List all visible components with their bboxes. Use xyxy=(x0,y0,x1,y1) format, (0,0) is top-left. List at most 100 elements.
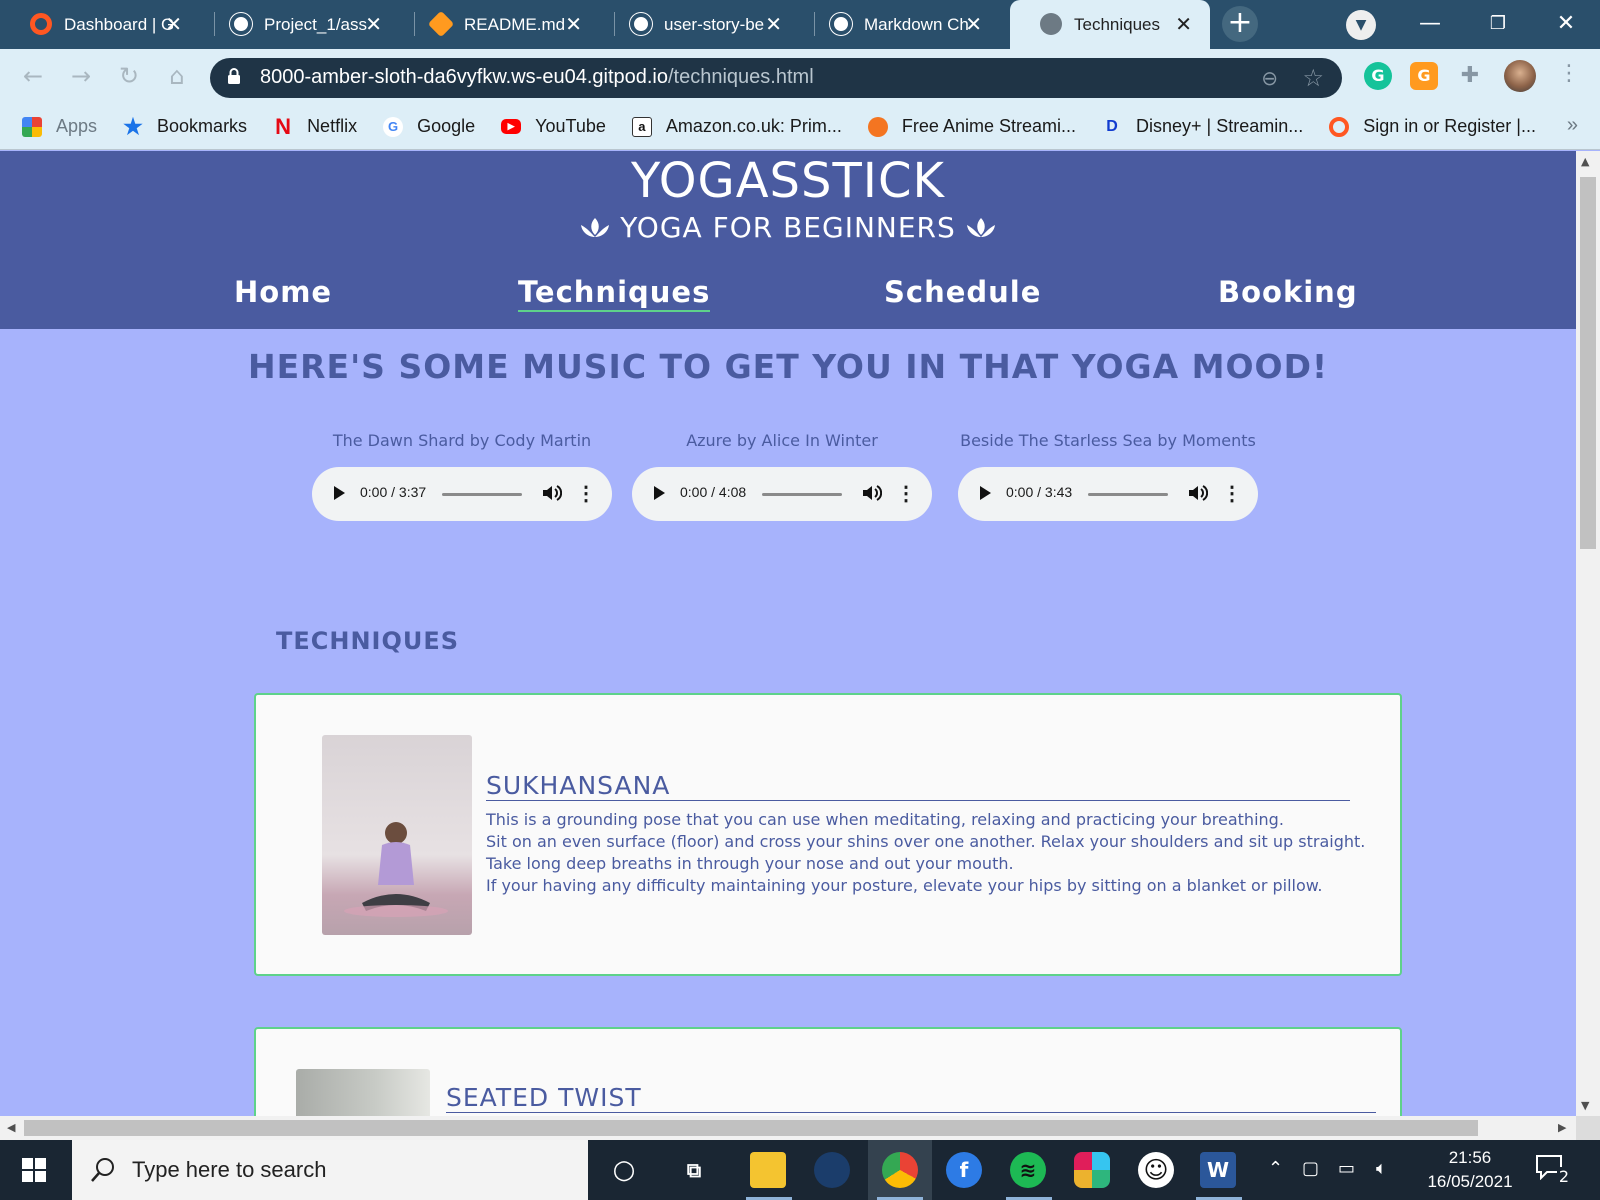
clock-date: 16/05/2021 xyxy=(1427,1172,1513,1191)
tab-search-icon[interactable]: ▼ xyxy=(1346,10,1376,40)
grammarly-icon[interactable]: G xyxy=(1364,62,1392,90)
reload-icon[interactable]: ↻ xyxy=(114,61,144,91)
site-brand[interactable]: YOGASSTICK xyxy=(0,153,1576,209)
bookmark-netflix[interactable]: N Netflix xyxy=(273,114,357,139)
bookmark-gitpod[interactable]: Sign in or Register |... xyxy=(1329,116,1536,137)
bookmark-bookmarks[interactable]: ★ Bookmarks xyxy=(123,114,247,139)
volume-icon[interactable] xyxy=(860,482,882,504)
audio-player[interactable]: 0:00 / 3:43 ⋮ xyxy=(958,467,1258,521)
url-host: 8000-amber-sloth-da6vyfkw.ws-eu04.gitpod… xyxy=(260,66,668,88)
nav-booking[interactable]: Booking xyxy=(1218,275,1358,309)
extensions-puzzle-icon[interactable]: ✚ xyxy=(1456,62,1484,90)
scroll-left-icon[interactable]: ◀ xyxy=(7,1121,15,1134)
taskbar-search[interactable]: Type here to search xyxy=(72,1140,588,1200)
network-icon[interactable]: ▭ xyxy=(1338,1158,1355,1179)
new-tab-button[interactable]: + xyxy=(1222,6,1258,42)
scroll-up-icon[interactable]: ▲ xyxy=(1581,155,1589,168)
lock-icon xyxy=(228,68,240,84)
back-icon[interactable]: ← xyxy=(18,61,48,91)
audio-seek-bar[interactable] xyxy=(1088,493,1168,496)
google-icon: G xyxy=(383,116,404,137)
word-icon[interactable]: W xyxy=(1200,1152,1236,1188)
slack-icon[interactable] xyxy=(1074,1152,1110,1188)
disney-icon: D xyxy=(1106,117,1118,135)
volume-tray-icon[interactable]: 🔈︎ xyxy=(1376,1158,1387,1179)
scroll-thumb[interactable] xyxy=(24,1120,1478,1136)
browser-menu-icon[interactable]: ⋮ xyxy=(1558,61,1580,86)
bookmark-amazon[interactable]: a Amazon.co.uk: Prim... xyxy=(631,116,842,137)
tab-project[interactable]: Project_1/ass ✕ xyxy=(200,0,400,49)
bookmark-crunchyroll[interactable]: Free Anime Streami... xyxy=(867,116,1076,137)
volume-icon[interactable] xyxy=(540,482,562,504)
more-options-icon[interactable]: ⋮ xyxy=(896,481,916,506)
vertical-scrollbar[interactable]: ▲ ▼ xyxy=(1576,151,1600,1116)
windows-start-icon[interactable] xyxy=(22,1158,46,1182)
bookmark-google[interactable]: G Google xyxy=(383,116,475,137)
bookmark-youtube[interactable]: ▶ YouTube xyxy=(501,116,606,137)
tab-dashboard[interactable]: Dashboard | G ✕ xyxy=(0,0,200,49)
fork-icon[interactable]: f xyxy=(946,1152,982,1188)
volume-icon[interactable] xyxy=(1186,482,1208,504)
close-icon[interactable]: ✕ xyxy=(365,12,382,36)
play-icon[interactable] xyxy=(334,486,345,500)
audio-player[interactable]: 0:00 / 4:08 ⋮ xyxy=(632,467,932,521)
close-icon[interactable]: ✕ xyxy=(1175,12,1192,36)
bookmark-label: YouTube xyxy=(535,116,606,136)
tab-title: README.md xyxy=(464,14,566,34)
horizontal-scrollbar[interactable]: ◀ ▶ xyxy=(0,1116,1576,1140)
close-icon[interactable]: ✕ xyxy=(765,12,782,36)
bookmark-disney[interactable]: D Disney+ | Streamin... xyxy=(1102,116,1303,137)
nav-techniques[interactable]: Techniques xyxy=(518,275,711,312)
chrome-icon[interactable] xyxy=(882,1152,918,1188)
play-icon[interactable] xyxy=(980,486,991,500)
bookmark-star-icon[interactable]: ☆ xyxy=(1302,64,1324,92)
nav-schedule[interactable]: Schedule xyxy=(884,275,1041,309)
audio-player[interactable]: 0:00 / 3:37 ⋮ xyxy=(312,467,612,521)
profile-avatar[interactable] xyxy=(1504,60,1536,92)
audio-seek-bar[interactable] xyxy=(762,493,842,496)
minimize-icon[interactable]: — xyxy=(1410,6,1450,42)
home-icon[interactable]: ⌂ xyxy=(162,61,192,91)
tab-techniques[interactable]: Techniques ✕ xyxy=(1010,0,1210,49)
scroll-right-icon[interactable]: ▶ xyxy=(1558,1121,1566,1134)
play-icon[interactable] xyxy=(654,486,665,500)
file-explorer-icon[interactable] xyxy=(750,1152,786,1188)
tab-markdown[interactable]: Markdown Ch ✕ xyxy=(800,0,1000,49)
show-hidden-icons-icon[interactable]: ⌃ xyxy=(1268,1158,1283,1179)
close-icon[interactable]: ✕ xyxy=(165,12,182,36)
tab-title: Project_1/ass xyxy=(264,14,367,34)
audio-time: 0:00 / 4:08 xyxy=(680,484,747,500)
music-heading: HERE'S SOME MUSIC TO GET YOU IN THAT YOG… xyxy=(247,347,1329,386)
spotify-icon[interactable]: ≋ xyxy=(1010,1152,1046,1188)
smiley-app-icon[interactable]: ☺ xyxy=(1138,1152,1174,1188)
close-icon[interactable]: ✕ xyxy=(565,12,582,36)
more-options-icon[interactable]: ⋮ xyxy=(1222,481,1242,506)
address-bar[interactable]: 8000-amber-sloth-da6vyfkw.ws-eu04.gitpod… xyxy=(210,58,1342,98)
restore-icon[interactable]: ❐ xyxy=(1478,6,1518,42)
more-options-icon[interactable]: ⋮ xyxy=(576,481,596,506)
notification-center[interactable]: 2 xyxy=(1535,1154,1571,1186)
bookmark-apps[interactable]: Apps xyxy=(22,116,97,137)
tab-readme[interactable]: README.md ✕ xyxy=(400,0,600,49)
taskbar-clock[interactable]: 21:56 16/05/2021 xyxy=(1422,1146,1518,1194)
zoom-out-icon[interactable]: ⊖ xyxy=(1261,66,1278,90)
audio-seek-bar[interactable] xyxy=(442,493,522,496)
tab-user-story[interactable]: user-story-be ✕ xyxy=(600,0,800,49)
task-view-icon[interactable]: ⧉ xyxy=(676,1152,712,1188)
technique-line: This is a grounding pose that you can us… xyxy=(486,810,1284,829)
close-icon[interactable]: ✕ xyxy=(965,12,982,36)
meet-now-icon[interactable]: ▢ xyxy=(1302,1158,1319,1179)
gitpod-icon xyxy=(1329,116,1350,137)
scroll-thumb[interactable] xyxy=(1580,177,1596,549)
cortana-icon[interactable]: ○ xyxy=(606,1152,642,1188)
forward-icon[interactable]: → xyxy=(66,61,96,91)
nav-home[interactable]: Home xyxy=(234,275,332,309)
scroll-down-icon[interactable]: ▼ xyxy=(1581,1099,1589,1112)
bookmarks-overflow-icon[interactable]: » xyxy=(1567,114,1578,137)
steam-icon[interactable] xyxy=(814,1152,850,1188)
window-close-icon[interactable]: ✕ xyxy=(1546,6,1586,42)
bookmark-label: Sign in or Register |... xyxy=(1363,116,1536,136)
track: Azure by Alice In Winter 0:00 / 4:08 ⋮ xyxy=(632,431,932,521)
technique-photo xyxy=(322,735,472,935)
grammarly-go-extension-icon[interactable]: G xyxy=(1410,62,1438,90)
